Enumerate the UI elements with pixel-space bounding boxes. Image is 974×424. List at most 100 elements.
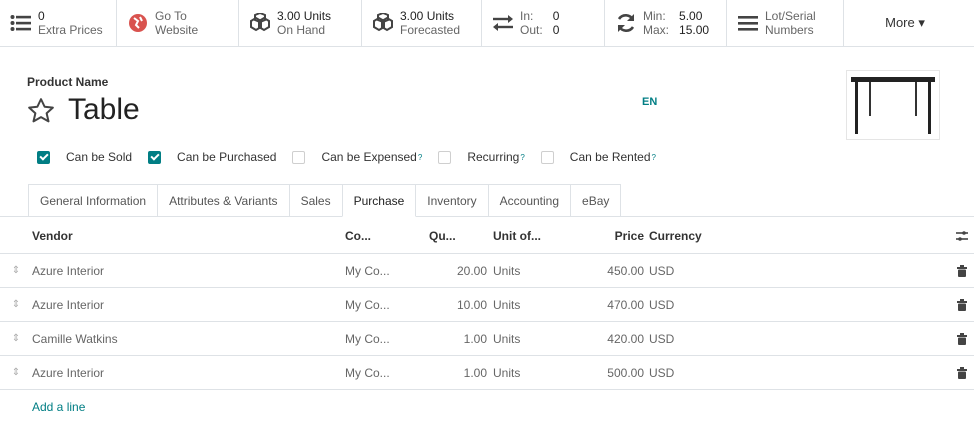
company-cell[interactable]: My Co... bbox=[345, 332, 429, 346]
lot-serial-line1: Lot/Serial bbox=[765, 9, 816, 23]
table-row[interactable]: ⇕ Azure Interior My Co... 20.00 Units 45… bbox=[0, 254, 974, 288]
lot-serial-line2: Numbers bbox=[765, 23, 814, 37]
column-vendor[interactable]: Vendor bbox=[32, 229, 345, 243]
help-tooltip-icon[interactable]: ? bbox=[418, 153, 422, 162]
vendor-cell[interactable]: Azure Interior bbox=[32, 298, 345, 312]
forecasted-button[interactable]: 3.00 Units Forecasted bbox=[362, 0, 482, 46]
column-price[interactable]: Price bbox=[563, 229, 649, 243]
quantity-cell[interactable]: 1.00 bbox=[429, 332, 493, 346]
extra-prices-button[interactable]: 0 Extra Prices bbox=[0, 0, 117, 46]
currency-cell[interactable]: USD bbox=[649, 332, 949, 346]
vendor-cell[interactable]: Azure Interior bbox=[32, 264, 345, 278]
cubes-icon bbox=[370, 10, 396, 36]
refresh-icon bbox=[613, 10, 639, 36]
delete-icon[interactable] bbox=[949, 332, 974, 345]
vendor-cell[interactable]: Camille Watkins bbox=[32, 332, 345, 346]
max-value: 15.00 bbox=[679, 23, 710, 37]
in-value: 0 bbox=[552, 9, 560, 23]
table-header: Vendor Co... Qu... Unit of... Price Curr… bbox=[0, 218, 974, 254]
quantity-cell[interactable]: 1.00 bbox=[429, 366, 493, 380]
max-label: Max: bbox=[643, 23, 670, 37]
price-cell[interactable]: 450.00 bbox=[563, 264, 649, 278]
tab-sales[interactable]: Sales bbox=[288, 184, 343, 217]
out-value: 0 bbox=[552, 23, 560, 37]
currency-cell[interactable]: USD bbox=[649, 366, 949, 380]
company-cell[interactable]: My Co... bbox=[345, 298, 429, 312]
in-out-button[interactable]: In: 0 Out: 0 bbox=[482, 0, 605, 46]
min-label: Min: bbox=[643, 9, 666, 23]
company-cell[interactable]: My Co... bbox=[345, 264, 429, 278]
exchange-icon bbox=[490, 10, 516, 36]
column-settings-icon[interactable] bbox=[949, 230, 974, 242]
currency-cell[interactable]: USD bbox=[649, 264, 949, 278]
product-image[interactable] bbox=[846, 70, 940, 140]
column-quantity[interactable]: Qu... bbox=[429, 229, 493, 243]
check-icon[interactable] bbox=[37, 150, 50, 164]
help-tooltip-icon[interactable]: ? bbox=[520, 153, 524, 162]
vendor-pricelist-table: Vendor Co... Qu... Unit of... Price Curr… bbox=[0, 218, 974, 424]
checkbox-empty[interactable] bbox=[292, 150, 306, 164]
currency-cell[interactable]: USD bbox=[649, 298, 949, 312]
check-icon[interactable] bbox=[148, 150, 162, 164]
more-button[interactable]: More ▾ bbox=[844, 0, 966, 46]
can-be-rented-label: Can be Rented bbox=[569, 150, 651, 164]
can-be-expensed-label: Can be Expensed bbox=[321, 150, 417, 164]
can-be-expensed-checkbox[interactable]: Can be Expensed? bbox=[292, 150, 422, 164]
price-cell[interactable]: 500.00 bbox=[563, 366, 649, 380]
notebook-tabs: General Information Attributes & Variant… bbox=[28, 184, 622, 217]
recurring-checkbox[interactable]: Recurring? bbox=[438, 150, 525, 164]
column-unit[interactable]: Unit of... bbox=[493, 229, 563, 243]
tab-ebay[interactable]: eBay bbox=[570, 184, 622, 217]
can-be-sold-checkbox[interactable]: Can be Sold bbox=[37, 150, 132, 164]
tab-purchase[interactable]: Purchase bbox=[341, 184, 417, 217]
globe-icon bbox=[125, 10, 151, 36]
drag-handle-icon[interactable]: ⇕ bbox=[0, 299, 32, 310]
tab-accounting[interactable]: Accounting bbox=[487, 184, 572, 217]
price-cell[interactable]: 420.00 bbox=[563, 332, 649, 346]
can-be-rented-checkbox[interactable]: Can be Rented? bbox=[540, 150, 656, 164]
min-value: 5.00 bbox=[679, 9, 703, 23]
drag-handle-icon[interactable]: ⇕ bbox=[0, 333, 32, 344]
unit-cell[interactable]: Units bbox=[493, 264, 563, 278]
delete-icon[interactable] bbox=[949, 366, 974, 379]
website-line2: Website bbox=[155, 23, 199, 37]
delete-icon[interactable] bbox=[949, 298, 974, 311]
favorite-star-icon[interactable] bbox=[26, 96, 56, 126]
on-hand-qty: 3.00 Units bbox=[277, 9, 332, 23]
can-be-purchased-checkbox[interactable]: Can be Purchased bbox=[148, 150, 276, 164]
checkbox-empty[interactable] bbox=[438, 150, 452, 164]
tab-inventory[interactable]: Inventory bbox=[415, 184, 489, 217]
tab-attributes-variants[interactable]: Attributes & Variants bbox=[157, 184, 290, 217]
min-max-button[interactable]: Min: 5.00 Max: 15.00 bbox=[605, 0, 727, 46]
quantity-cell[interactable]: 10.00 bbox=[429, 298, 493, 312]
unit-cell[interactable]: Units bbox=[493, 332, 563, 346]
column-company[interactable]: Co... bbox=[345, 229, 429, 243]
lot-serial-button[interactable]: Lot/Serial Numbers bbox=[727, 0, 844, 46]
table-row[interactable]: ⇕ Camille Watkins My Co... 1.00 Units 42… bbox=[0, 322, 974, 356]
table-row[interactable]: ⇕ Azure Interior My Co... 1.00 Units 500… bbox=[0, 356, 974, 390]
product-flags: Can be Sold Can be Purchased Can be Expe… bbox=[37, 150, 672, 164]
product-title[interactable]: Table bbox=[68, 93, 140, 127]
add-a-line-link[interactable]: Add a line bbox=[0, 390, 974, 424]
help-tooltip-icon[interactable]: ? bbox=[652, 153, 656, 162]
go-to-website-button[interactable]: Go To Website bbox=[117, 0, 239, 46]
company-cell[interactable]: My Co... bbox=[345, 366, 429, 380]
quantity-cell[interactable]: 20.00 bbox=[429, 264, 493, 278]
vendor-cell[interactable]: Azure Interior bbox=[32, 366, 345, 380]
tab-general-information[interactable]: General Information bbox=[28, 184, 159, 217]
on-hand-button[interactable]: 3.00 Units On Hand bbox=[239, 0, 362, 46]
drag-handle-icon[interactable]: ⇕ bbox=[0, 367, 32, 378]
column-currency[interactable]: Currency bbox=[649, 229, 949, 243]
bars-icon bbox=[735, 10, 761, 36]
unit-cell[interactable]: Units bbox=[493, 366, 563, 380]
extra-prices-count: 0 bbox=[38, 9, 45, 23]
on-hand-label: On Hand bbox=[277, 23, 326, 37]
unit-cell[interactable]: Units bbox=[493, 298, 563, 312]
out-label: Out: bbox=[520, 23, 543, 37]
table-row[interactable]: ⇕ Azure Interior My Co... 10.00 Units 47… bbox=[0, 288, 974, 322]
language-badge[interactable]: EN bbox=[642, 96, 657, 108]
drag-handle-icon[interactable]: ⇕ bbox=[0, 265, 32, 276]
price-cell[interactable]: 470.00 bbox=[563, 298, 649, 312]
delete-icon[interactable] bbox=[949, 264, 974, 277]
checkbox-empty[interactable] bbox=[540, 150, 554, 164]
